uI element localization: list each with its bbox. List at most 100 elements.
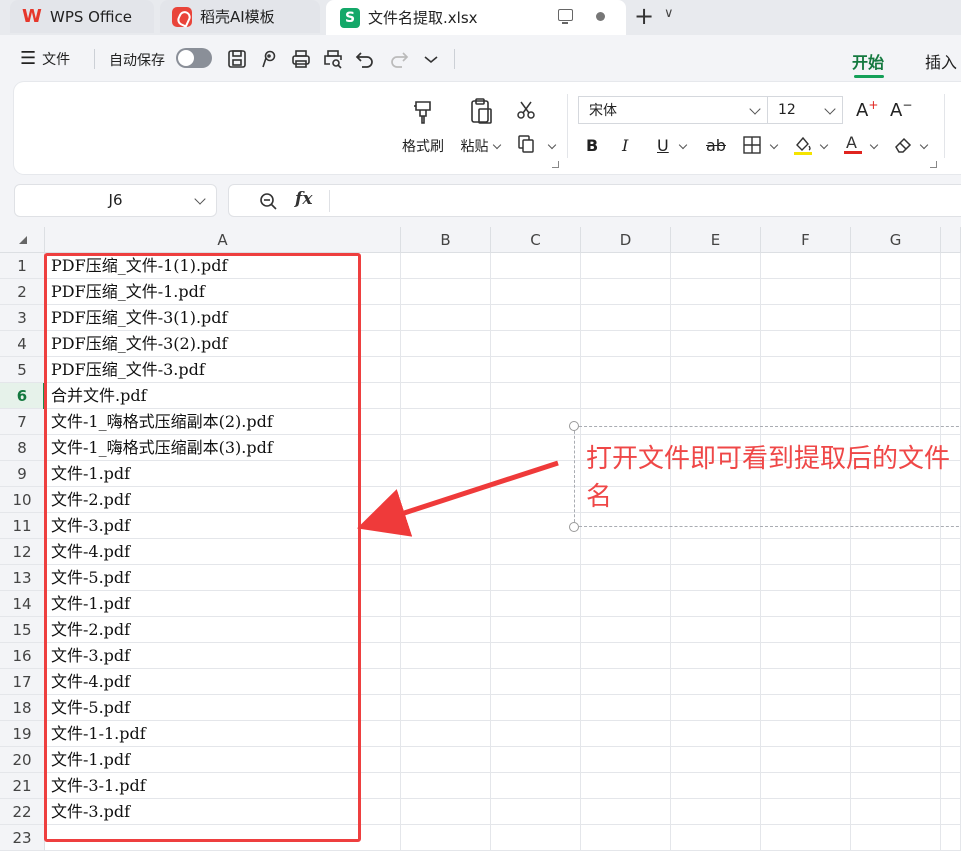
cell-b5[interactable] bbox=[401, 357, 491, 383]
row-header-8[interactable]: 8 bbox=[0, 435, 45, 461]
cell-a16[interactable]: 文件-3.pdf bbox=[45, 643, 401, 669]
cell-partial[interactable] bbox=[941, 357, 961, 383]
cell-partial[interactable] bbox=[941, 643, 961, 669]
cell-e19[interactable] bbox=[671, 721, 761, 747]
border-icon[interactable] bbox=[742, 135, 762, 159]
cell-f14[interactable] bbox=[761, 591, 851, 617]
cell-partial[interactable] bbox=[941, 721, 961, 747]
more-chevron-icon[interactable] bbox=[420, 48, 442, 70]
cell-b13[interactable] bbox=[401, 565, 491, 591]
cell-g2[interactable] bbox=[851, 279, 941, 305]
cell-b23[interactable] bbox=[401, 825, 491, 851]
increase-font-icon[interactable]: A+ bbox=[856, 98, 878, 121]
italic-button[interactable]: I bbox=[622, 136, 628, 155]
cell-b22[interactable] bbox=[401, 799, 491, 825]
cell-f16[interactable] bbox=[761, 643, 851, 669]
tab-wps-office[interactable]: W WPS Office bbox=[10, 0, 154, 33]
font-size-select[interactable]: 12 bbox=[767, 96, 843, 124]
cell-a12[interactable]: 文件-4.pdf bbox=[45, 539, 401, 565]
cell-g13[interactable] bbox=[851, 565, 941, 591]
cell-d20[interactable] bbox=[581, 747, 671, 773]
row-header-17[interactable]: 17 bbox=[0, 669, 45, 695]
cell-c16[interactable] bbox=[491, 643, 581, 669]
font-name-select[interactable]: 宋体 bbox=[578, 96, 768, 124]
cell-b19[interactable] bbox=[401, 721, 491, 747]
row-header-15[interactable]: 15 bbox=[0, 617, 45, 643]
cell-g21[interactable] bbox=[851, 773, 941, 799]
cell-f3[interactable] bbox=[761, 305, 851, 331]
cell-partial[interactable] bbox=[941, 539, 961, 565]
chevron-down-icon[interactable] bbox=[919, 140, 929, 150]
cell-b8[interactable] bbox=[401, 435, 491, 461]
cell-a13[interactable]: 文件-5.pdf bbox=[45, 565, 401, 591]
font-group-launcher-icon[interactable] bbox=[930, 161, 937, 168]
cell-partial[interactable] bbox=[941, 747, 961, 773]
cell-partial[interactable] bbox=[941, 825, 961, 851]
cell-g15[interactable] bbox=[851, 617, 941, 643]
cell-b4[interactable] bbox=[401, 331, 491, 357]
tab-current-file[interactable]: S 文件名提取.xlsx bbox=[326, 0, 626, 35]
cell-partial[interactable] bbox=[941, 331, 961, 357]
cell-f5[interactable] bbox=[761, 357, 851, 383]
strikethrough-button[interactable]: ab bbox=[706, 136, 726, 155]
cell-c15[interactable] bbox=[491, 617, 581, 643]
cell-c3[interactable] bbox=[491, 305, 581, 331]
column-header-d[interactable]: D bbox=[581, 227, 671, 253]
cell-e16[interactable] bbox=[671, 643, 761, 669]
cell-partial[interactable] bbox=[941, 253, 961, 279]
cell-d23[interactable] bbox=[581, 825, 671, 851]
cell-c20[interactable] bbox=[491, 747, 581, 773]
cell-d19[interactable] bbox=[581, 721, 671, 747]
cell-g12[interactable] bbox=[851, 539, 941, 565]
fill-color-icon[interactable] bbox=[792, 134, 814, 160]
resize-handle[interactable] bbox=[569, 522, 579, 532]
cell-b16[interactable] bbox=[401, 643, 491, 669]
cell-b14[interactable] bbox=[401, 591, 491, 617]
cell-e13[interactable] bbox=[671, 565, 761, 591]
row-header-21[interactable]: 21 bbox=[0, 773, 45, 799]
cut-icon[interactable] bbox=[516, 100, 536, 124]
redo-icon[interactable] bbox=[388, 48, 410, 70]
eraser-icon[interactable] bbox=[892, 135, 914, 159]
cell-partial[interactable] bbox=[941, 279, 961, 305]
row-header-16[interactable]: 16 bbox=[0, 643, 45, 669]
cell-c2[interactable] bbox=[491, 279, 581, 305]
row-header-4[interactable]: 4 bbox=[0, 331, 45, 357]
cell-a11[interactable]: 文件-3.pdf bbox=[45, 513, 401, 539]
cell-a5[interactable]: PDF压缩_文件-3.pdf bbox=[45, 357, 401, 383]
cell-partial[interactable] bbox=[941, 799, 961, 825]
cell-partial[interactable] bbox=[941, 591, 961, 617]
cell-e20[interactable] bbox=[671, 747, 761, 773]
cell-e18[interactable] bbox=[671, 695, 761, 721]
cell-b11[interactable] bbox=[401, 513, 491, 539]
cell-d3[interactable] bbox=[581, 305, 671, 331]
cell-d21[interactable] bbox=[581, 773, 671, 799]
cell-b12[interactable] bbox=[401, 539, 491, 565]
cell-c11[interactable] bbox=[491, 513, 581, 539]
cell-partial[interactable] bbox=[941, 695, 961, 721]
row-header-18[interactable]: 18 bbox=[0, 695, 45, 721]
cell-b3[interactable] bbox=[401, 305, 491, 331]
print-preview-icon[interactable] bbox=[322, 48, 344, 70]
cell-a10[interactable]: 文件-2.pdf bbox=[45, 487, 401, 513]
column-header-f[interactable]: F bbox=[761, 227, 851, 253]
cell-f2[interactable] bbox=[761, 279, 851, 305]
cell-d18[interactable] bbox=[581, 695, 671, 721]
paste-button[interactable]: 粘贴 bbox=[456, 96, 504, 156]
row-header-6[interactable]: 6 bbox=[0, 383, 45, 409]
cell-g19[interactable] bbox=[851, 721, 941, 747]
cell-g17[interactable] bbox=[851, 669, 941, 695]
cell-c13[interactable] bbox=[491, 565, 581, 591]
cell-c7[interactable] bbox=[491, 409, 581, 435]
save-icon[interactable] bbox=[226, 48, 248, 70]
cell-e17[interactable] bbox=[671, 669, 761, 695]
row-header-20[interactable]: 20 bbox=[0, 747, 45, 773]
cell-a9[interactable]: 文件-1.pdf bbox=[45, 461, 401, 487]
tab-daoke-templates[interactable]: 稻壳AI模板 bbox=[160, 0, 320, 33]
cell-e3[interactable] bbox=[671, 305, 761, 331]
row-header-13[interactable]: 13 bbox=[0, 565, 45, 591]
function-icon[interactable]: fx bbox=[295, 189, 312, 209]
cell-g4[interactable] bbox=[851, 331, 941, 357]
cell-e21[interactable] bbox=[671, 773, 761, 799]
cell-b15[interactable] bbox=[401, 617, 491, 643]
